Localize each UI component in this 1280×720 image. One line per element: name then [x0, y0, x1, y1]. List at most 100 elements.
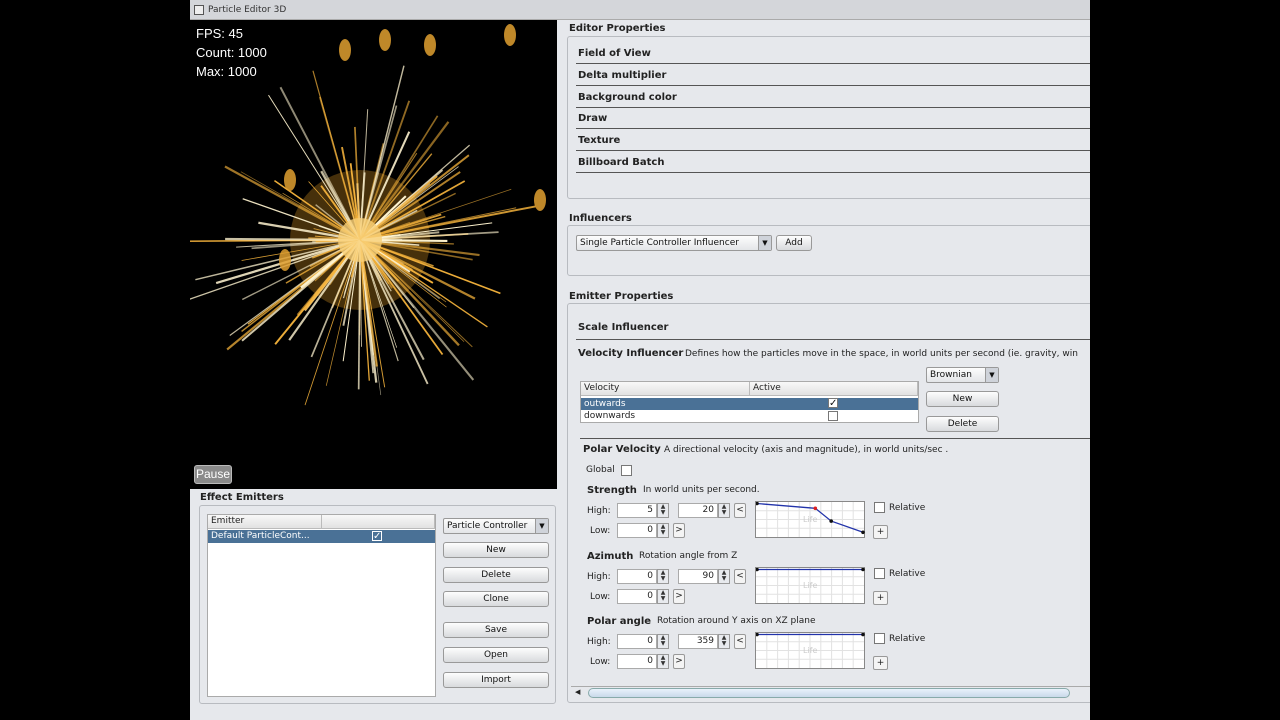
new-emitter-button[interactable]: New [443, 542, 549, 558]
draw-section[interactable]: Draw [576, 108, 1090, 129]
spinner-arrows-icon[interactable]: ▲ ▼ [718, 503, 730, 518]
active-column-header[interactable]: Active [750, 382, 918, 396]
influencers-title: Influencers [569, 213, 632, 224]
particle-blob [284, 169, 296, 191]
low-spinner[interactable]: 0 [617, 589, 657, 604]
emitter-active-checkbox[interactable]: ✓ [372, 531, 382, 542]
horizontal-scrollbar[interactable]: ◀ [571, 686, 1090, 698]
velocity-influencer-desc: Defines how the particles move in the sp… [685, 349, 1078, 359]
velocity-column-header[interactable]: Velocity [581, 382, 750, 396]
global-label: Global [586, 465, 615, 475]
collapse-range-button[interactable]: < [734, 634, 746, 649]
velocity-row-outwards[interactable]: outwards ✓ [581, 398, 918, 410]
outwards-active-checkbox[interactable]: ✓ [828, 398, 838, 409]
low-spinner[interactable]: 0 [617, 523, 657, 538]
title-bar: Particle Editor 3D [190, 0, 1090, 20]
clone-emitter-button[interactable]: Clone [443, 591, 549, 607]
add-keypoint-button[interactable]: + [873, 656, 888, 670]
curve-point [756, 633, 759, 637]
curve-point [861, 568, 865, 572]
add-keypoint-button[interactable]: + [873, 525, 888, 539]
relative-checkbox[interactable] [874, 502, 885, 513]
divider [580, 438, 1090, 439]
param-group-title: Strength [587, 485, 637, 496]
delete-emitter-button[interactable]: Delete [443, 567, 549, 583]
collapse-range-button[interactable]: < [734, 503, 746, 518]
editor-properties-title: Editor Properties [569, 23, 666, 34]
low-label: Low: [590, 526, 611, 536]
spinner-arrows-icon[interactable]: ▲ ▼ [657, 503, 669, 518]
spinner-arrows-icon[interactable]: ▲ ▼ [657, 634, 669, 649]
add-influencer-button[interactable]: Add [776, 235, 812, 251]
new-velocity-button[interactable]: New [926, 391, 999, 407]
particle-blob [279, 249, 291, 271]
influencer-type-select[interactable]: Single Particle Controller Influencer ▼ [576, 235, 772, 251]
low-spinner[interactable]: 0 [617, 654, 657, 669]
scroll-left-icon[interactable]: ◀ [575, 688, 580, 696]
particle-viewport[interactable]: FPS: 45 Count: 1000 Max: 1000 Pause [190, 20, 557, 489]
relative-checkbox[interactable] [874, 568, 885, 579]
emitter-name: Default ParticleCont... [211, 531, 310, 541]
high-min-spinner[interactable]: 0 [617, 569, 657, 584]
background-color-section[interactable]: Background color [576, 87, 1090, 108]
high-min-spinner[interactable]: 0 [617, 634, 657, 649]
curve-point [813, 506, 818, 511]
spinner-arrows-icon[interactable]: ▲ ▼ [657, 569, 669, 584]
downwards-active-checkbox[interactable] [828, 411, 838, 421]
expand-range-button[interactable]: > [673, 654, 685, 669]
active-column-header[interactable] [322, 515, 435, 529]
expand-range-button[interactable]: > [673, 589, 685, 604]
life-axis-label: Life [803, 581, 818, 590]
import-button[interactable]: Import [443, 672, 549, 688]
spinner-arrows-icon[interactable]: ▲ ▼ [718, 634, 730, 649]
delete-velocity-button[interactable]: Delete [926, 416, 999, 432]
scale-influencer-section[interactable]: Scale Influencer [576, 316, 1090, 340]
collapse-range-button[interactable]: < [734, 569, 746, 584]
billboard-batch-section[interactable]: Billboard Batch [576, 152, 1090, 173]
emitter-type-select[interactable]: Particle Controller ▼ [443, 518, 549, 534]
relative-checkbox[interactable] [874, 633, 885, 644]
curve-point [861, 633, 865, 637]
chevron-down-icon: ▼ [535, 519, 548, 533]
emitter-column-header[interactable]: Emitter [208, 515, 322, 529]
high-min-spinner[interactable]: 5 [617, 503, 657, 518]
texture-section[interactable]: Texture [576, 130, 1090, 151]
relative-label: Relative [889, 569, 926, 579]
life-curve-chart[interactable]: Life [755, 632, 865, 669]
curve-point [756, 568, 759, 572]
emitter-properties-title: Emitter Properties [569, 291, 674, 302]
curve-point [861, 530, 865, 535]
particle-blob [339, 39, 351, 61]
scrollbar-thumb[interactable] [588, 688, 1070, 698]
high-max-spinner[interactable]: 20 [678, 503, 718, 518]
emitter-properties-panel: Scale Influencer Velocity Influencer Def… [567, 303, 1090, 703]
high-max-spinner[interactable]: 359 [678, 634, 718, 649]
spinner-arrows-icon[interactable]: ▲ ▼ [718, 569, 730, 584]
velocity-type-select[interactable]: Brownian ▼ [926, 367, 999, 383]
life-curve-chart[interactable]: Life [755, 567, 865, 604]
add-keypoint-button[interactable]: + [873, 591, 888, 605]
velocity-table[interactable]: Velocity Active outwards ✓ downwards [580, 381, 919, 423]
field-of-view-section[interactable]: Field of View [576, 43, 1090, 64]
global-checkbox[interactable] [621, 465, 632, 476]
velocity-row-downwards[interactable]: downwards [581, 410, 918, 422]
life-curve-chart[interactable]: Life [755, 501, 865, 538]
editor-properties-panel: Field of View Delta multiplier Backgroun… [567, 36, 1090, 199]
param-group-desc: In world units per second. [643, 485, 760, 495]
param-group-desc: Rotation around Y axis on XZ plane [657, 616, 816, 626]
low-label: Low: [590, 592, 611, 602]
expand-range-button[interactable]: > [673, 523, 685, 538]
param-group-desc: Rotation angle from Z [639, 551, 738, 561]
emitter-row-selected[interactable]: Default ParticleCont... ✓ [208, 530, 435, 543]
burst-core [338, 218, 382, 262]
emitter-table[interactable]: Emitter Default ParticleCont... ✓ [207, 514, 436, 697]
spinner-arrows-icon[interactable]: ▲ ▼ [657, 523, 669, 538]
high-max-spinner[interactable]: 90 [678, 569, 718, 584]
delta-multiplier-section[interactable]: Delta multiplier [576, 65, 1090, 86]
pause-button[interactable]: Pause [194, 465, 232, 484]
open-button[interactable]: Open [443, 647, 549, 663]
save-button[interactable]: Save [443, 622, 549, 638]
spinner-arrows-icon[interactable]: ▲ ▼ [657, 589, 669, 604]
particle-blob [424, 34, 436, 56]
spinner-arrows-icon[interactable]: ▲ ▼ [657, 654, 669, 669]
